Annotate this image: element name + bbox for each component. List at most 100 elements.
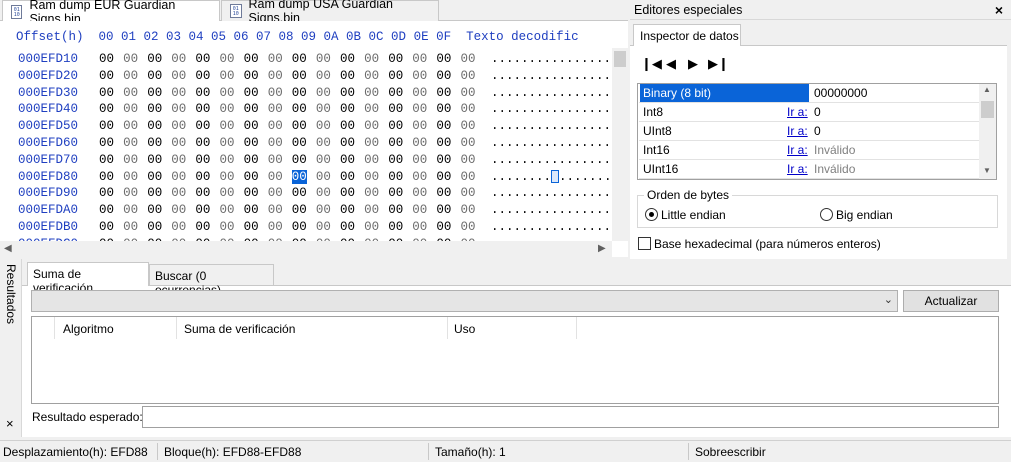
hex-byte[interactable]: 00 [316, 170, 331, 184]
hex-byte[interactable]: 00 [292, 119, 307, 133]
hex-byte[interactable]: 00 [268, 102, 283, 116]
hex-byte[interactable]: 00 [244, 69, 259, 83]
hex-byte[interactable]: 00 [171, 170, 186, 184]
hex-byte[interactable]: 00 [292, 220, 307, 234]
hex-byte[interactable]: 00 [244, 119, 259, 133]
hex-byte[interactable]: 00 [436, 153, 451, 167]
hex-vertical-scrollbar[interactable] [612, 48, 628, 241]
tab-search[interactable]: Buscar (0 ocurrencias) [149, 264, 274, 297]
hex-byte[interactable]: 00 [316, 119, 331, 133]
hex-byte[interactable]: 00 [461, 220, 476, 234]
tab-checksum[interactable]: Suma de verificación [27, 262, 149, 295]
hex-byte[interactable]: 00 [461, 186, 476, 200]
hex-byte[interactable]: 00 [171, 153, 186, 167]
decoded-text[interactable]: ................ [491, 102, 611, 116]
hex-byte[interactable]: 00 [412, 52, 427, 66]
hex-byte[interactable]: 00 [412, 119, 427, 133]
hex-horizontal-scrollbar[interactable]: ◀ ▶ [0, 241, 612, 257]
hex-byte[interactable]: 00 [461, 170, 476, 184]
hex-byte[interactable]: 00 [220, 153, 235, 167]
hex-byte[interactable]: 00 [364, 170, 379, 184]
hex-byte[interactable]: 00 [99, 186, 114, 200]
hex-byte[interactable]: 00 [364, 69, 379, 83]
decoded-text[interactable]: ................ [491, 52, 611, 66]
hex-byte[interactable]: 00 [171, 52, 186, 66]
hex-byte[interactable]: 00 [268, 69, 283, 83]
scroll-right-icon[interactable]: ▶ [598, 243, 606, 254]
hex-base-checkbox[interactable] [638, 237, 651, 250]
hex-byte[interactable]: 00 [291, 169, 307, 184]
hex-byte[interactable]: 00 [268, 186, 283, 200]
hex-byte[interactable]: 00 [364, 186, 379, 200]
hex-byte[interactable]: 00 [123, 119, 138, 133]
hex-byte[interactable]: 00 [244, 136, 259, 150]
hex-byte[interactable]: 00 [171, 102, 186, 116]
hex-byte[interactable]: 00 [340, 86, 355, 100]
hex-byte[interactable]: 00 [195, 119, 210, 133]
hex-byte[interactable]: 00 [123, 69, 138, 83]
hex-byte[interactable]: 00 [461, 52, 476, 66]
hex-byte[interactable]: 00 [316, 203, 331, 217]
hex-byte[interactable]: 00 [99, 170, 114, 184]
hex-byte[interactable]: 00 [340, 153, 355, 167]
inspector-row[interactable]: UInt8 Ir a: 0 [639, 122, 979, 141]
hex-byte[interactable]: 00 [244, 203, 259, 217]
big-endian-radio[interactable] [820, 208, 833, 221]
goto-link[interactable]: Ir a: [787, 105, 808, 119]
hex-byte[interactable]: 00 [316, 52, 331, 66]
hex-byte[interactable]: 00 [268, 153, 283, 167]
previous-icon[interactable]: ◀ [666, 56, 676, 72]
checksum-list[interactable]: Algoritmo Suma de verificación Uso [31, 316, 999, 404]
type-value[interactable]: 00000000 [814, 86, 867, 100]
tab-eur-dump[interactable]: 01 10 Ram dump EUR Guardian Signs.bin [2, 0, 220, 26]
decoded-text[interactable]: ............... [491, 170, 612, 184]
hex-byte[interactable]: 00 [99, 102, 114, 116]
hex-byte[interactable]: 00 [292, 136, 307, 150]
hex-byte[interactable]: 00 [220, 136, 235, 150]
scroll-down-icon[interactable]: ▼ [983, 166, 991, 175]
hex-byte[interactable]: 00 [340, 203, 355, 217]
hex-byte[interactable]: 00 [268, 52, 283, 66]
hex-byte[interactable]: 00 [412, 102, 427, 116]
hex-byte[interactable]: 00 [388, 203, 403, 217]
inspector-row[interactable]: Binary (8 bit) 00000000 [639, 84, 979, 103]
close-icon[interactable]: × [6, 416, 14, 431]
hex-byte[interactable]: 00 [99, 52, 114, 66]
type-value[interactable]: 0 [814, 124, 821, 138]
hex-editor[interactable]: Offset(h) 00 01 02 03 04 05 06 07 08 09 … [0, 21, 628, 257]
update-button[interactable]: Actualizar [903, 290, 999, 312]
hex-byte[interactable]: 00 [340, 136, 355, 150]
hex-byte[interactable]: 00 [364, 203, 379, 217]
hex-byte[interactable]: 00 [364, 153, 379, 167]
hex-byte[interactable]: 00 [316, 136, 331, 150]
hex-byte[interactable]: 00 [123, 102, 138, 116]
hex-byte[interactable]: 00 [123, 52, 138, 66]
hex-byte[interactable]: 00 [99, 119, 114, 133]
hex-byte[interactable]: 00 [171, 186, 186, 200]
hex-byte[interactable]: 00 [220, 203, 235, 217]
hex-byte[interactable]: 00 [388, 69, 403, 83]
hex-byte[interactable]: 00 [292, 69, 307, 83]
hex-byte[interactable]: 00 [195, 220, 210, 234]
hex-byte[interactable]: 00 [99, 86, 114, 100]
hex-byte[interactable]: 00 [147, 153, 162, 167]
hex-byte[interactable]: 00 [147, 220, 162, 234]
hex-byte[interactable]: 00 [436, 69, 451, 83]
goto-link[interactable]: Ir a: [787, 143, 808, 157]
hex-byte[interactable]: 00 [195, 69, 210, 83]
hex-byte[interactable]: 00 [220, 220, 235, 234]
last-icon[interactable]: ▶❙ [708, 56, 729, 72]
hex-byte[interactable]: 00 [316, 220, 331, 234]
hex-byte[interactable]: 00 [268, 136, 283, 150]
hex-byte[interactable]: 00 [123, 220, 138, 234]
hex-byte[interactable]: 00 [436, 52, 451, 66]
close-icon[interactable]: × [995, 2, 1003, 18]
tab-usa-dump[interactable]: 01 10 Ram dump USA Guardian Signs.bin [221, 0, 439, 25]
hex-byte[interactable]: 00 [436, 186, 451, 200]
hex-byte[interactable]: 00 [195, 86, 210, 100]
hex-byte[interactable]: 00 [147, 102, 162, 116]
hex-byte[interactable]: 00 [244, 170, 259, 184]
hex-byte[interactable]: 00 [268, 86, 283, 100]
scroll-thumb[interactable] [614, 51, 626, 67]
type-value[interactable]: Inválido [814, 162, 855, 176]
